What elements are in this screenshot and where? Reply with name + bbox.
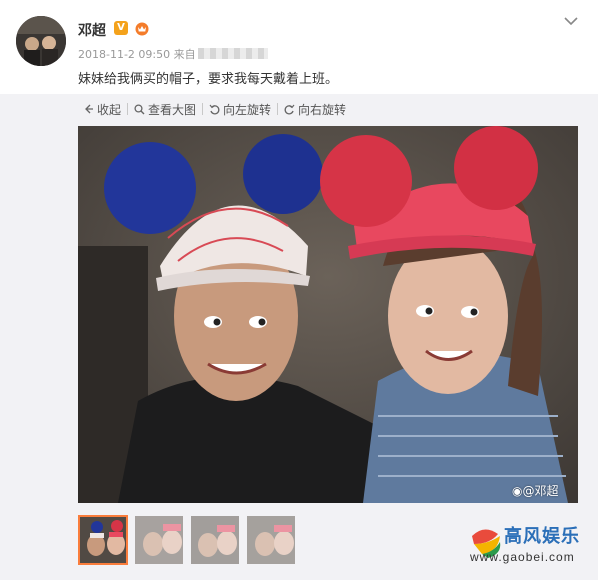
post-source-prefix: 来自 [173, 48, 196, 61]
site-logo-text: 高风娱乐 [504, 526, 580, 547]
rotate-left-button[interactable]: 向左旋转 [203, 101, 277, 118]
rotate-right-icon [284, 104, 295, 114]
author-name[interactable]: 邓超 [78, 20, 106, 40]
blurred-source [197, 48, 268, 59]
member-crown-icon [135, 22, 149, 36]
view-large-button[interactable]: 查看大图 [128, 101, 202, 118]
weibo-post: 邓超 V 2018-11-2 09:50 来自 妹妹给我俩买的帽子，要求我每天戴… [0, 0, 598, 580]
thumbnail-1[interactable] [78, 515, 128, 565]
rotate-left-label: 向左旋转 [223, 102, 272, 117]
chevron-down-icon[interactable] [564, 16, 578, 26]
thumbnail-2[interactable] [134, 515, 184, 565]
post-photo[interactable] [78, 126, 578, 503]
magnifier-icon [134, 103, 145, 114]
site-logo-url: www.gaobei.com [470, 550, 575, 564]
post-timestamp[interactable]: 2018-11-2 09:50 [78, 48, 170, 61]
rotate-right-label: 向右旋转 [298, 102, 347, 117]
arrow-left-icon [85, 104, 93, 114]
post-text: 妹妹给我俩买的帽子，要求我每天戴着上班。 [78, 72, 339, 87]
rotate-right-button[interactable]: 向右旋转 [278, 101, 352, 118]
thumbnail-4[interactable] [246, 515, 296, 565]
avatar[interactable] [16, 16, 66, 66]
thumbnail-3[interactable] [190, 515, 240, 565]
collapse-button[interactable]: 收起 [78, 101, 127, 118]
photo-toolbar: 收起 查看大图 向左旋转 向右旋转 [78, 100, 352, 118]
weibo-icon: ◉ [512, 484, 523, 498]
watermark-text: @邓超 [522, 484, 559, 498]
photo-watermark: ◉@邓超 [512, 482, 559, 499]
collapse-label: 收起 [97, 102, 122, 117]
post-meta: 2018-11-2 09:50 来自 [78, 46, 268, 62]
view-large-label: 查看大图 [148, 102, 197, 117]
rotate-left-icon [209, 104, 220, 114]
verified-badge-icon: V [114, 21, 128, 35]
thumbnail-strip [78, 515, 296, 565]
